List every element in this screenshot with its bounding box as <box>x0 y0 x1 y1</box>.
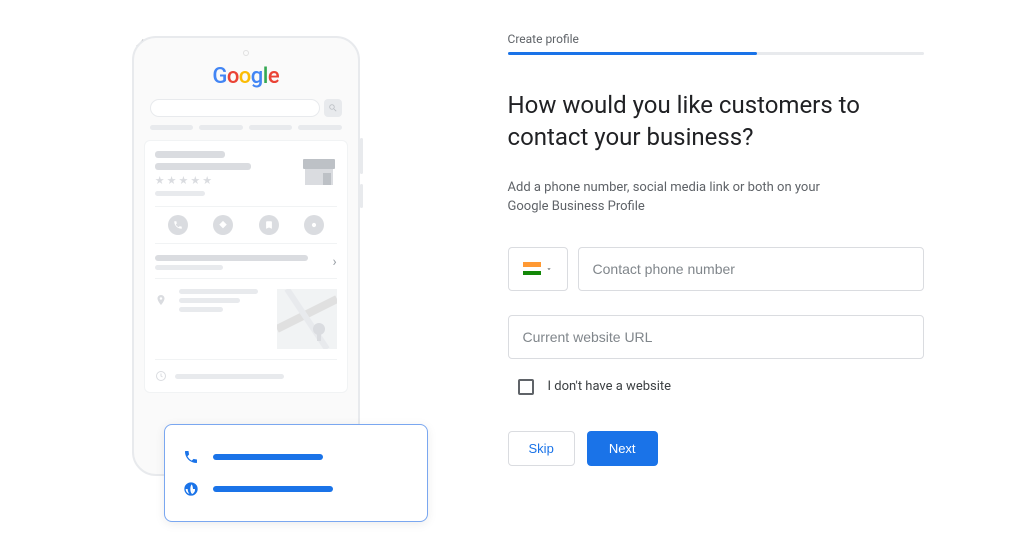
phone-icon <box>183 449 199 465</box>
chevron-right-icon: › <box>333 254 337 270</box>
search-icon <box>324 99 342 117</box>
share-action-icon <box>304 215 324 235</box>
progress-bar <box>508 52 924 55</box>
map-thumbnail <box>277 289 337 349</box>
skip-button[interactable]: Skip <box>508 431 575 466</box>
clock-icon <box>155 370 167 382</box>
page-subtext: Add a phone number, social media link or… <box>508 178 848 217</box>
phone-input[interactable] <box>578 247 924 291</box>
contact-highlight-card <box>164 424 428 522</box>
flag-india-icon <box>523 262 541 275</box>
illustration-panel: Google ★★★★★ <box>0 28 492 536</box>
country-code-select[interactable] <box>508 247 568 291</box>
globe-icon <box>183 481 199 497</box>
store-icon <box>301 151 337 187</box>
pin-icon <box>155 293 167 307</box>
phone-mockup: Google ★★★★★ <box>132 36 360 476</box>
chevron-down-icon <box>545 265 553 273</box>
search-input-mock <box>150 99 320 117</box>
save-action-icon <box>259 215 279 235</box>
phone-action-icon <box>168 215 188 235</box>
page-heading: How would you like customers to contact … <box>508 89 924 154</box>
google-logo: Google <box>144 64 348 89</box>
form-panel: Create profile How would you like custom… <box>492 28 1024 536</box>
no-website-checkbox[interactable] <box>518 379 534 395</box>
no-website-label: I don't have a website <box>548 379 672 394</box>
website-input[interactable] <box>508 315 924 359</box>
next-button[interactable]: Next <box>587 431 658 466</box>
directions-action-icon <box>213 215 233 235</box>
step-label: Create profile <box>508 32 924 46</box>
